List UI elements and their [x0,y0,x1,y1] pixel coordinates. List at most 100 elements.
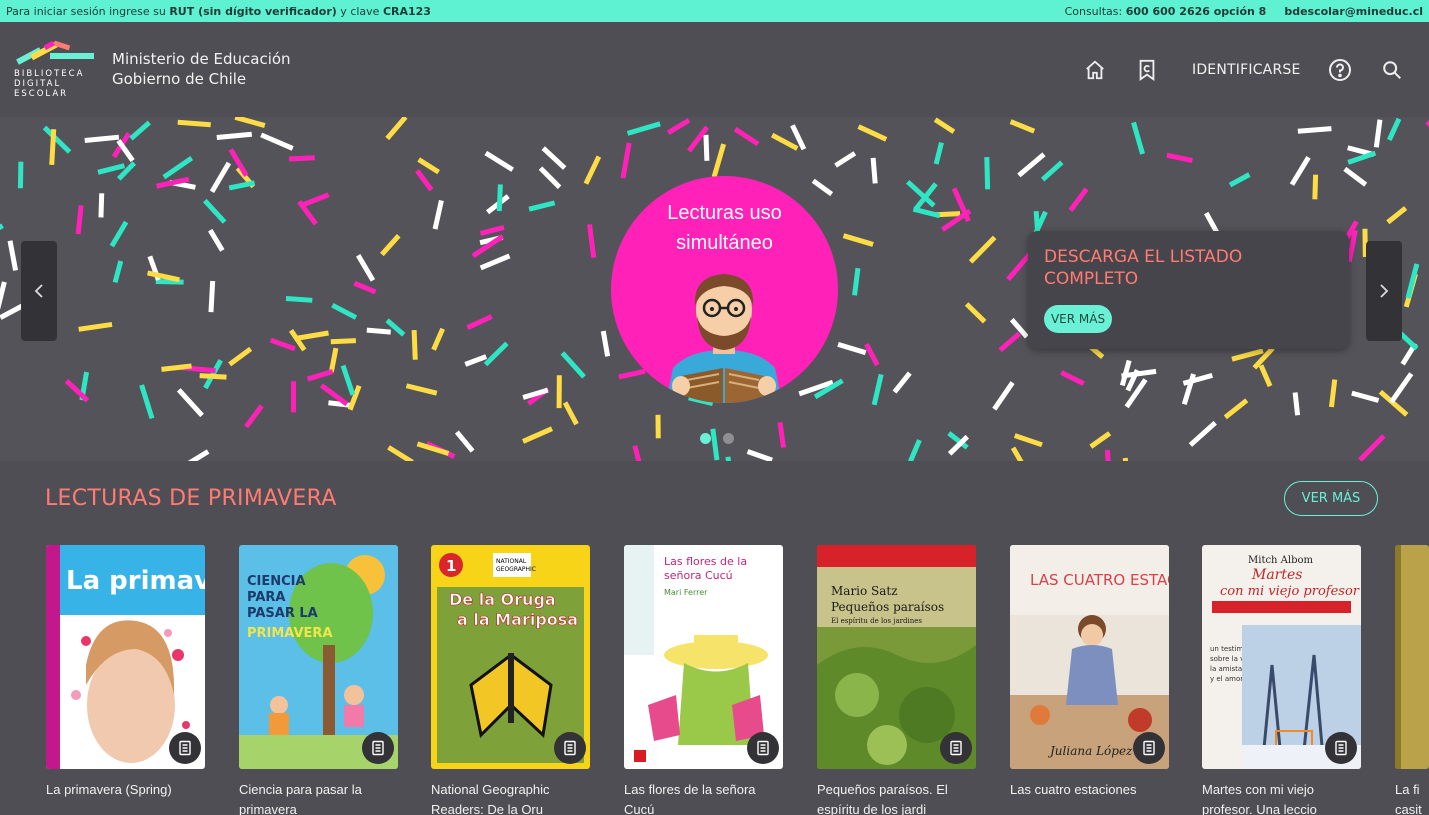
confetti-stripe [703,134,710,161]
confetti-stripe [811,178,834,197]
confetti-stripe [777,421,786,448]
login-link[interactable]: IDENTIFICARSE [1192,62,1301,78]
confetti-stripe [109,220,129,248]
carousel-prev-button[interactable] [21,241,57,341]
book-item[interactable]: LAS CUATRO ESTACIONES Juliana López May … [1010,545,1169,800]
confetti-stripe [234,117,266,128]
confetti-stripe [244,404,264,429]
document-icon [1325,732,1357,764]
confetti-stripe [431,327,445,351]
confetti-stripe [522,387,549,400]
logo-stripes-icon [16,40,94,65]
book-item[interactable]: La fi casit [1395,545,1429,815]
book-cover[interactable]: Las flores de la señora Cucú Mari Ferrer [624,545,783,769]
bookmark-icon[interactable] [1133,56,1161,84]
confetti-stripe [871,373,884,406]
confetti-stripe [1258,364,1273,388]
confetti-stripe [208,228,225,252]
confetti-stripe [857,124,888,142]
book-item[interactable]: Las flores de la señora Cucú Mari Ferrer… [624,545,783,815]
svg-text:Mario Satz: Mario Satz [831,584,898,598]
confetti-stripe [42,125,72,154]
svg-text:y el amor: y el amor [1210,675,1243,683]
logo-text: BIBLIOTECA DIGITAL ESCOLAR [14,69,85,99]
slide-image[interactable]: Lecturas uso simultáneo [611,176,838,403]
book-cover[interactable] [1395,545,1429,769]
book-item[interactable]: Mitch Albom Martes con mi viejo profesor… [1202,545,1361,815]
confetti-stripe [632,445,642,461]
confetti-stripe [285,296,313,303]
book-item[interactable]: La primavera La primavera (Spring) [46,545,205,800]
confetti-stripe [908,439,922,461]
confetti-stripe [1386,206,1408,225]
book-title[interactable]: La fi casit [1395,780,1429,815]
confetti-stripe [1017,152,1046,178]
book-title[interactable]: Pequeños paraísos. El espíritu de los jar… [817,780,965,815]
book-cover[interactable]: LAS CUATRO ESTACIONES Juliana López May [1010,545,1169,769]
book-title[interactable]: La primavera (Spring) [46,780,194,800]
confetti-stripe [216,131,253,141]
svg-text:GEOGRAPHIC: GEOGRAPHIC [496,566,536,573]
hero-carousel: Lecturas uso simultáneo DESCARGA EL LIST… [0,117,1429,461]
book-item[interactable]: 1 NATIONAL GEOGRAPHIC De la Oruga a la M… [431,545,590,815]
confetti-stripe [0,223,4,231]
confetti-stripe [870,157,878,184]
book-cover[interactable]: La primavera [46,545,205,769]
confetti-stripe [1358,434,1386,461]
confetti-stripe [98,193,105,218]
confetti-stripe [366,327,391,335]
confetti-stripe [1347,150,1377,165]
svg-text:PARA: PARA [247,590,285,605]
carousel-dot-1[interactable] [700,433,711,444]
confetti-stripe [626,121,661,136]
confetti-stripe [139,384,155,420]
help-icon[interactable] [1326,56,1354,84]
confetti-stripe [269,337,296,352]
confetti-stripe [1292,392,1301,416]
home-icon[interactable] [1081,56,1109,84]
svg-text:a la Mariposa: a la Mariposa [457,610,578,629]
confetti-stripe [1089,431,1112,449]
confetti-stripe [417,157,440,175]
promo-ver-mas-button[interactable]: VER MÁS [1044,305,1112,333]
confetti-stripe [711,143,727,178]
book-title[interactable]: Las cuatro estaciones [1010,780,1158,800]
confetti-stripe [356,254,376,282]
document-icon [940,732,972,764]
carousel-next-button[interactable] [1366,241,1402,341]
confetti-stripe [112,260,124,284]
book-title[interactable]: Las flores de la señora Cucú [624,780,772,815]
confetti-stripe [411,329,418,360]
confetti-stripe [892,371,912,394]
confetti-stripe [1231,348,1264,362]
confetti-stripe [177,119,211,128]
confetti-stripe [484,150,514,172]
confetti-stripe [340,364,356,396]
carousel-dots [700,433,734,444]
section-ver-mas-button[interactable]: VER MÁS [1284,481,1378,516]
svg-text:Mitch Albom: Mitch Albom [1248,555,1314,566]
book-cover[interactable]: Mario Satz Pequeños paraísos El espíritu… [817,545,976,769]
confetti-stripe [301,192,330,208]
confetti-stripe [479,253,511,271]
contact-email[interactable]: bdescolar@mineduc.cl [1284,5,1423,18]
confetti-stripe [454,430,475,453]
confetti-stripe [1006,251,1033,282]
book-cover[interactable]: 1 NATIONAL GEOGRAPHIC De la Oruga a la M… [431,545,590,769]
confetti-stripe [328,347,339,373]
book-title[interactable]: Ciencia para pasar la primavera [239,780,387,815]
confetti-stripe [1188,420,1217,447]
book-title[interactable]: Martes con mi viejo profesor. Una leccio [1202,780,1350,815]
confetti-stripe [353,280,377,295]
confetti-stripe [1182,372,1213,386]
book-item[interactable]: Mario Satz Pequeños paraísos El espíritu… [817,545,976,815]
confetti-stripe [1389,372,1414,404]
book-item[interactable]: CIENCIA PARA PASAR LA PRIMAVERA Ciencia … [239,545,398,815]
book-cover[interactable]: Mitch Albom Martes con mi viejo profesor… [1202,545,1361,769]
biblioteca-logo[interactable]: BIBLIOTECA DIGITAL ESCOLAR [14,39,98,101]
carousel-dot-2[interactable] [723,433,734,444]
search-icon[interactable] [1378,56,1406,84]
book-title[interactable]: National Geographic Readers: De la Oru [431,780,579,815]
chevron-right-icon [1380,284,1389,298]
book-cover[interactable]: CIENCIA PARA PASAR LA PRIMAVERA [239,545,398,769]
